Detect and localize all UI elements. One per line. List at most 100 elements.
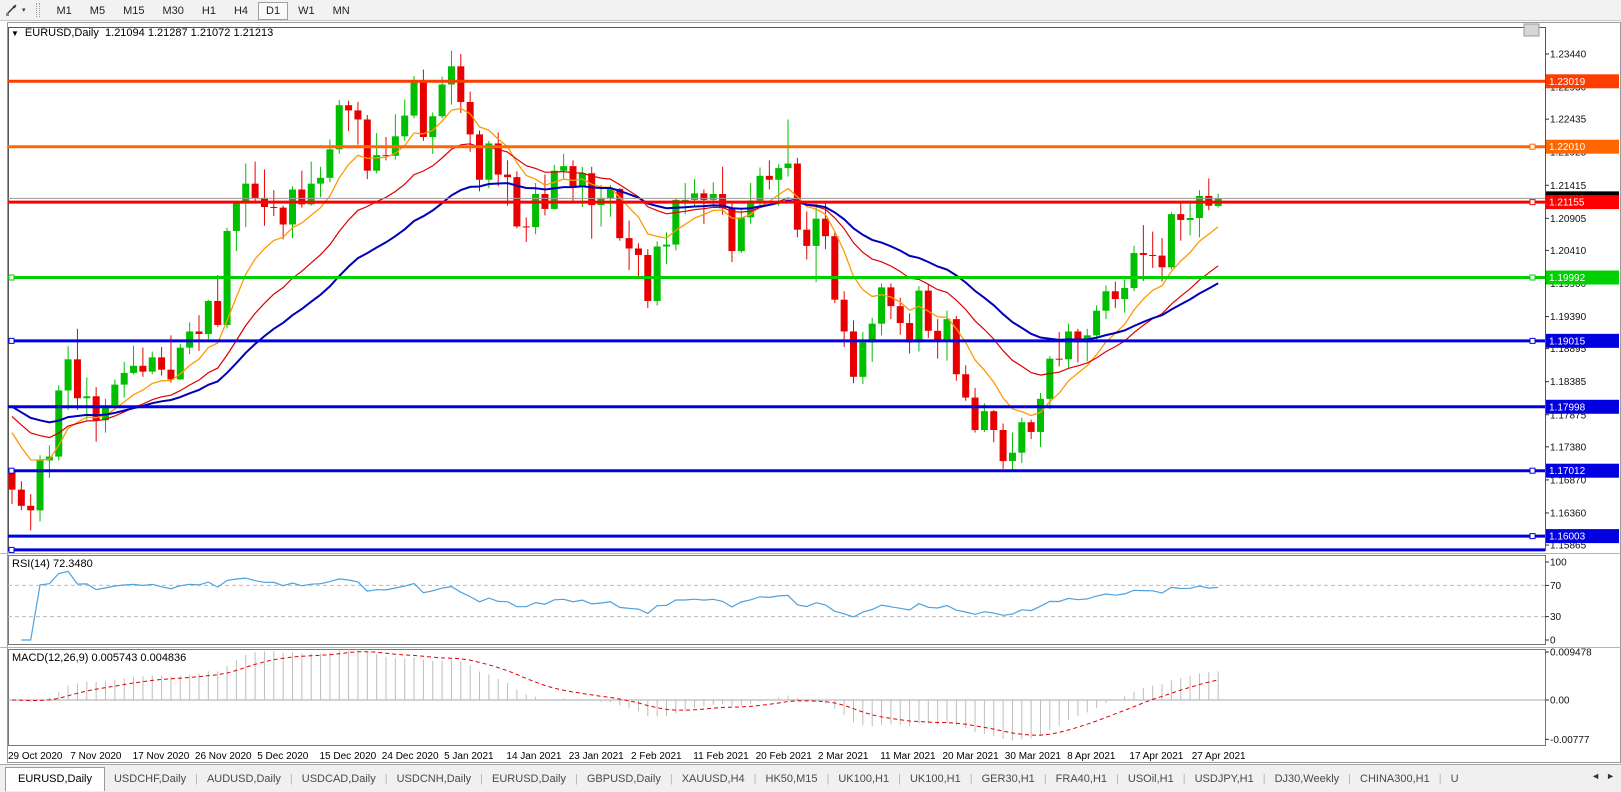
timeframe-button-m30[interactable]: M30 — [154, 2, 191, 20]
macd-pane-frame — [9, 650, 1546, 746]
candle — [485, 143, 492, 179]
chart-tab-2[interactable]: AUDUSD,Daily — [198, 769, 290, 789]
timeframe-button-m5[interactable]: M5 — [82, 2, 113, 20]
y-axis-tick-label: 1.17380 — [1550, 442, 1587, 453]
candle — [831, 236, 838, 300]
level-handle[interactable] — [9, 338, 14, 343]
candle — [934, 331, 941, 340]
macd-axis-tick-label: 0.00 — [1550, 696, 1570, 707]
candle — [1046, 359, 1053, 399]
candle — [1121, 288, 1128, 299]
candle — [859, 342, 866, 376]
chart-title: ▼EURUSD,Daily 1.21094 1.21287 1.21072 1.… — [11, 27, 273, 39]
chart-tab-14[interactable]: USDJPY,H1 — [1186, 769, 1263, 789]
macd-signal-line — [12, 652, 1218, 736]
candle — [345, 105, 352, 110]
candle — [83, 396, 90, 398]
chart-tab-7[interactable]: XAUUSD,H4 — [673, 769, 754, 789]
candle — [691, 193, 698, 199]
candle — [37, 460, 44, 510]
candle — [270, 207, 277, 208]
candle — [111, 385, 118, 406]
chart-tab-15[interactable]: DJ30,Weekly — [1266, 769, 1349, 789]
y-axis-tick-label: 1.16360 — [1550, 508, 1587, 519]
y-axis-tick-label: 1.21415 — [1550, 181, 1587, 192]
chart-scroll-thumb[interactable] — [1524, 24, 1539, 36]
chart-tab-12[interactable]: FRA40,H1 — [1047, 769, 1116, 789]
candle — [121, 373, 128, 385]
cursor-tool-icon[interactable] — [4, 3, 20, 17]
rsi-axis-tick-label: 100 — [1550, 558, 1567, 569]
candle — [420, 83, 427, 137]
candle — [27, 506, 34, 511]
candle — [775, 168, 782, 180]
candle — [766, 176, 773, 180]
chart-tab-13[interactable]: USOil,H1 — [1119, 769, 1183, 789]
level-handle[interactable] — [1530, 338, 1535, 343]
x-axis-date-label: 23 Jan 2021 — [569, 751, 624, 762]
tab-scroll-right-icon[interactable]: ► — [1606, 771, 1615, 781]
candle — [457, 66, 464, 102]
y-axis-tick-label: 1.20410 — [1550, 246, 1587, 257]
slow-ma-line — [12, 183, 1218, 422]
x-axis-date-label: 30 Mar 2021 — [1005, 751, 1062, 762]
timeframe-button-w1[interactable]: W1 — [290, 2, 323, 20]
timeframe-button-h1[interactable]: H1 — [194, 2, 224, 20]
chart-tab-1[interactable]: USDCHF,Daily — [105, 769, 195, 789]
candle — [504, 175, 511, 178]
level-handle[interactable] — [9, 468, 14, 473]
chart-tab-6[interactable]: GBPUSD,Daily — [578, 769, 670, 789]
chart-tab-0[interactable]: EURUSD,Daily — [5, 767, 105, 791]
candle — [1196, 196, 1203, 218]
candle — [962, 374, 969, 397]
price-chart[interactable]: 1.234401.229301.224351.219251.214151.209… — [0, 21, 1621, 764]
candle — [429, 116, 436, 137]
y-axis-tick-label: 1.23440 — [1550, 50, 1587, 61]
candle — [990, 411, 997, 430]
rsi-label: RSI(14) 72.3480 — [12, 558, 93, 570]
level-handle[interactable] — [9, 275, 14, 280]
candle — [1018, 422, 1025, 452]
price-level-badge-label: 1.17012 — [1549, 466, 1586, 477]
chart-tab-3[interactable]: USDCAD,Daily — [293, 769, 385, 789]
candle — [252, 184, 259, 198]
level-handle[interactable] — [1530, 468, 1535, 473]
tab-scroll-left-icon[interactable]: ◄ — [1591, 771, 1600, 781]
chart-tab-17[interactable]: U — [1442, 769, 1468, 789]
candle — [1131, 253, 1138, 288]
collapse-triangle-icon[interactable]: ▼ — [11, 29, 19, 38]
chart-tab-11[interactable]: GER30,H1 — [973, 769, 1044, 789]
y-axis-tick-label: 1.19390 — [1550, 312, 1587, 323]
candle — [953, 319, 960, 374]
candle — [476, 134, 483, 179]
price-level-badge-label: 1.23019 — [1549, 77, 1586, 88]
level-handle[interactable] — [1530, 534, 1535, 539]
x-axis-date-label: 11 Mar 2021 — [880, 751, 936, 762]
timeframe-button-d1[interactable]: D1 — [258, 2, 288, 20]
chart-tab-16[interactable]: CHINA300,H1 — [1351, 769, 1439, 789]
chart-tab-4[interactable]: USDCNH,Daily — [388, 769, 481, 789]
level-handle[interactable] — [9, 547, 14, 552]
x-axis-date-label: 5 Jan 2021 — [444, 751, 494, 762]
dropdown-caret-icon[interactable]: ▾ — [22, 6, 26, 14]
toolbar-grip[interactable] — [36, 3, 40, 17]
candle — [411, 83, 418, 116]
chart-tab-9[interactable]: UK100,H1 — [829, 769, 898, 789]
candle — [1168, 214, 1175, 267]
x-axis-date-label: 15 Dec 2020 — [320, 751, 377, 762]
timeframe-button-mn[interactable]: MN — [325, 2, 358, 20]
level-handle[interactable] — [1530, 200, 1535, 205]
timeframe-button-h4[interactable]: H4 — [226, 2, 256, 20]
candle — [242, 184, 249, 203]
timeframe-button-m15[interactable]: M15 — [115, 2, 152, 20]
chart-tab-10[interactable]: UK100,H1 — [901, 769, 970, 789]
level-handle[interactable] — [1530, 144, 1535, 149]
candle — [1056, 359, 1063, 360]
candle — [139, 366, 146, 372]
level-handle[interactable] — [1530, 275, 1535, 280]
chart-tab-8[interactable]: HK50,M15 — [757, 769, 827, 789]
timeframe-button-m1[interactable]: M1 — [49, 2, 80, 20]
chart-tab-5[interactable]: EURUSD,Daily — [483, 769, 575, 789]
candle — [364, 119, 371, 170]
candle — [813, 219, 820, 246]
